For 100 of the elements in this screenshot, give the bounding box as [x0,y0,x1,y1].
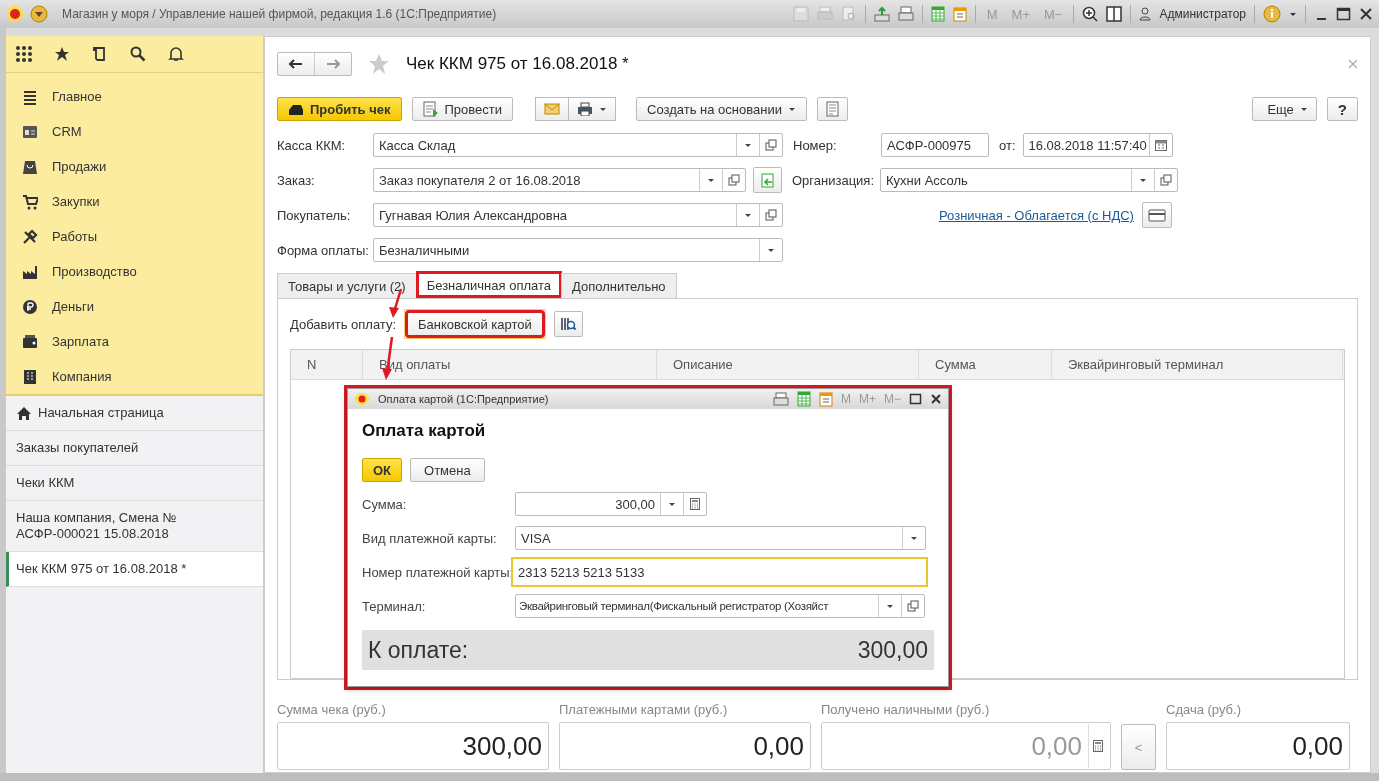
sidebar-item[interactable]: Главное [6,79,263,114]
open-page-tab[interactable]: Чек ККМ 975 от 16.08.2018 * [6,552,263,587]
field-label: Номер: [793,137,838,153]
home-icon [16,405,32,421]
tab[interactable]: Товары и услуги (2) [277,273,417,298]
card-icon [1147,207,1166,223]
amount-field[interactable]: 300,00 [515,492,707,516]
total-field[interactable]: 300,00 [277,722,549,770]
tab[interactable]: Безналичная оплата [415,271,563,298]
open-page-tab[interactable]: Заказы покупателей [6,431,263,466]
cash-register-field[interactable]: Касса Склад [373,133,783,157]
factory-icon [22,263,38,280]
input-field[interactable]: Эквайринговый терминал(Фискальный регистратор (Хозяйст [515,594,925,618]
zoom-in-icon[interactable] [1082,6,1099,22]
bell-icon[interactable] [168,46,184,62]
open-icon [907,600,919,612]
cancel-button[interactable]: Отмена [410,458,485,482]
column-header[interactable]: Эквайринговый терминал [1052,350,1343,379]
calendar-icon [952,6,967,22]
help-button[interactable]: ? [1326,97,1358,121]
post-button[interactable]: Провести [411,97,514,121]
column-header[interactable]: Описание [657,350,919,379]
caret-icon [1289,11,1297,17]
caret-icon [910,535,918,541]
create-based-on-button[interactable]: Создать на основании [636,97,807,121]
history-icon[interactable] [92,46,108,62]
column-header[interactable]: N [291,350,363,379]
report-icon [824,101,840,117]
close-icon[interactable] [930,393,942,405]
star-icon[interactable] [368,53,390,75]
sidebar-item[interactable]: Работы [6,219,263,254]
field-label: Форма оплаты: [277,242,370,258]
apps-icon[interactable] [16,46,32,62]
spreadsheet-icon [796,391,811,407]
total-label: Платежными картами (руб.) [559,702,729,717]
envelope-icon [544,103,561,115]
field-label: Сумма: [362,496,408,512]
cash-register-button[interactable] [1141,202,1172,228]
tab[interactable]: Дополнительно [561,273,677,298]
scan-button[interactable] [553,311,583,337]
sidebar-item[interactable]: Деньги [6,289,263,324]
open-icon [765,209,777,221]
order-field[interactable]: Заказ покупателя 2 от 16.08.2018 [373,168,746,192]
star-icon[interactable] [54,46,70,62]
add-payment-label: Добавить оплату: [290,316,397,332]
maximize-icon[interactable] [1336,7,1351,21]
bank-card-button[interactable]: Банковской картой [407,312,543,336]
field-label: Заказ: [277,172,316,188]
sidebar-item[interactable]: Продажи [6,149,263,184]
wallet-icon [22,333,38,350]
field-label: Номер платежной карты: [362,564,511,580]
tax-mode-link[interactable]: Розничная - Облагается (с НДС) [939,207,1134,223]
caret-icon [767,247,775,253]
total-field[interactable]: 0,00 [559,722,811,770]
input-field[interactable]: VISA [515,526,926,550]
panels-icon[interactable] [1106,6,1123,22]
total-label: Сдача (руб.) [1166,702,1242,717]
caret-icon [886,603,894,609]
field-label: Терминал: [362,598,427,614]
sidebar-item[interactable]: Компания [6,359,263,394]
dialog-title: Оплата картой (1С:Предприятие) [378,393,550,405]
upload-icon[interactable] [873,6,890,22]
total-label: Получено наличными (руб.) [821,702,991,717]
search-icon[interactable] [130,46,146,62]
sidebar-item[interactable]: Закупки [6,184,263,219]
maximize-icon[interactable] [909,393,922,405]
coin-icon [22,298,38,315]
info-icon[interactable] [1263,5,1281,23]
date-field[interactable]: 16.08.2018 11:57:40 [1022,133,1173,157]
open-page-tab[interactable]: Чеки ККМ [6,466,263,501]
caret-icon [744,142,752,148]
user-name[interactable]: Администратор [1159,7,1246,21]
print-button[interactable] [569,97,617,121]
total-field[interactable]: 0,00 [1166,722,1350,770]
column-header[interactable]: Сумма [919,350,1052,379]
more-button[interactable]: Еще [1252,97,1317,121]
ok-button[interactable]: ОК [362,458,403,482]
printer-icon[interactable] [897,6,914,22]
print-receipt-button[interactable]: Пробить чек [277,97,402,121]
document-icon [422,101,439,117]
field-label: от: [999,137,1016,153]
close-icon[interactable] [1359,7,1373,21]
payment-form-field[interactable]: Безналичными [373,238,783,262]
field-label: Вид платежной карты: [362,530,498,546]
app-logo-icon[interactable] [6,5,24,23]
organization-field[interactable]: Кухни Ассоль [880,168,1178,192]
menu-icon[interactable] [30,5,48,23]
input-field[interactable]: 2313 5213 5213 5133 [511,557,928,587]
calendar-icon [818,391,833,407]
open-page-tab[interactable]: Начальная страница [6,396,263,431]
printer-icon[interactable] [772,392,789,406]
caret-icon [744,212,752,218]
caret-icon [599,106,608,112]
sidebar-item[interactable]: CRM [6,114,263,149]
customer-field[interactable]: Гугнавая Юлия Александровна [373,203,783,227]
field-label: Покупатель: [277,207,352,223]
sidebar-item[interactable]: Производство [6,254,263,289]
sidebar-item[interactable]: Зарплата [6,324,263,359]
number-field[interactable]: АСФР-000975 [881,133,989,157]
barcode-search-icon [559,316,577,332]
